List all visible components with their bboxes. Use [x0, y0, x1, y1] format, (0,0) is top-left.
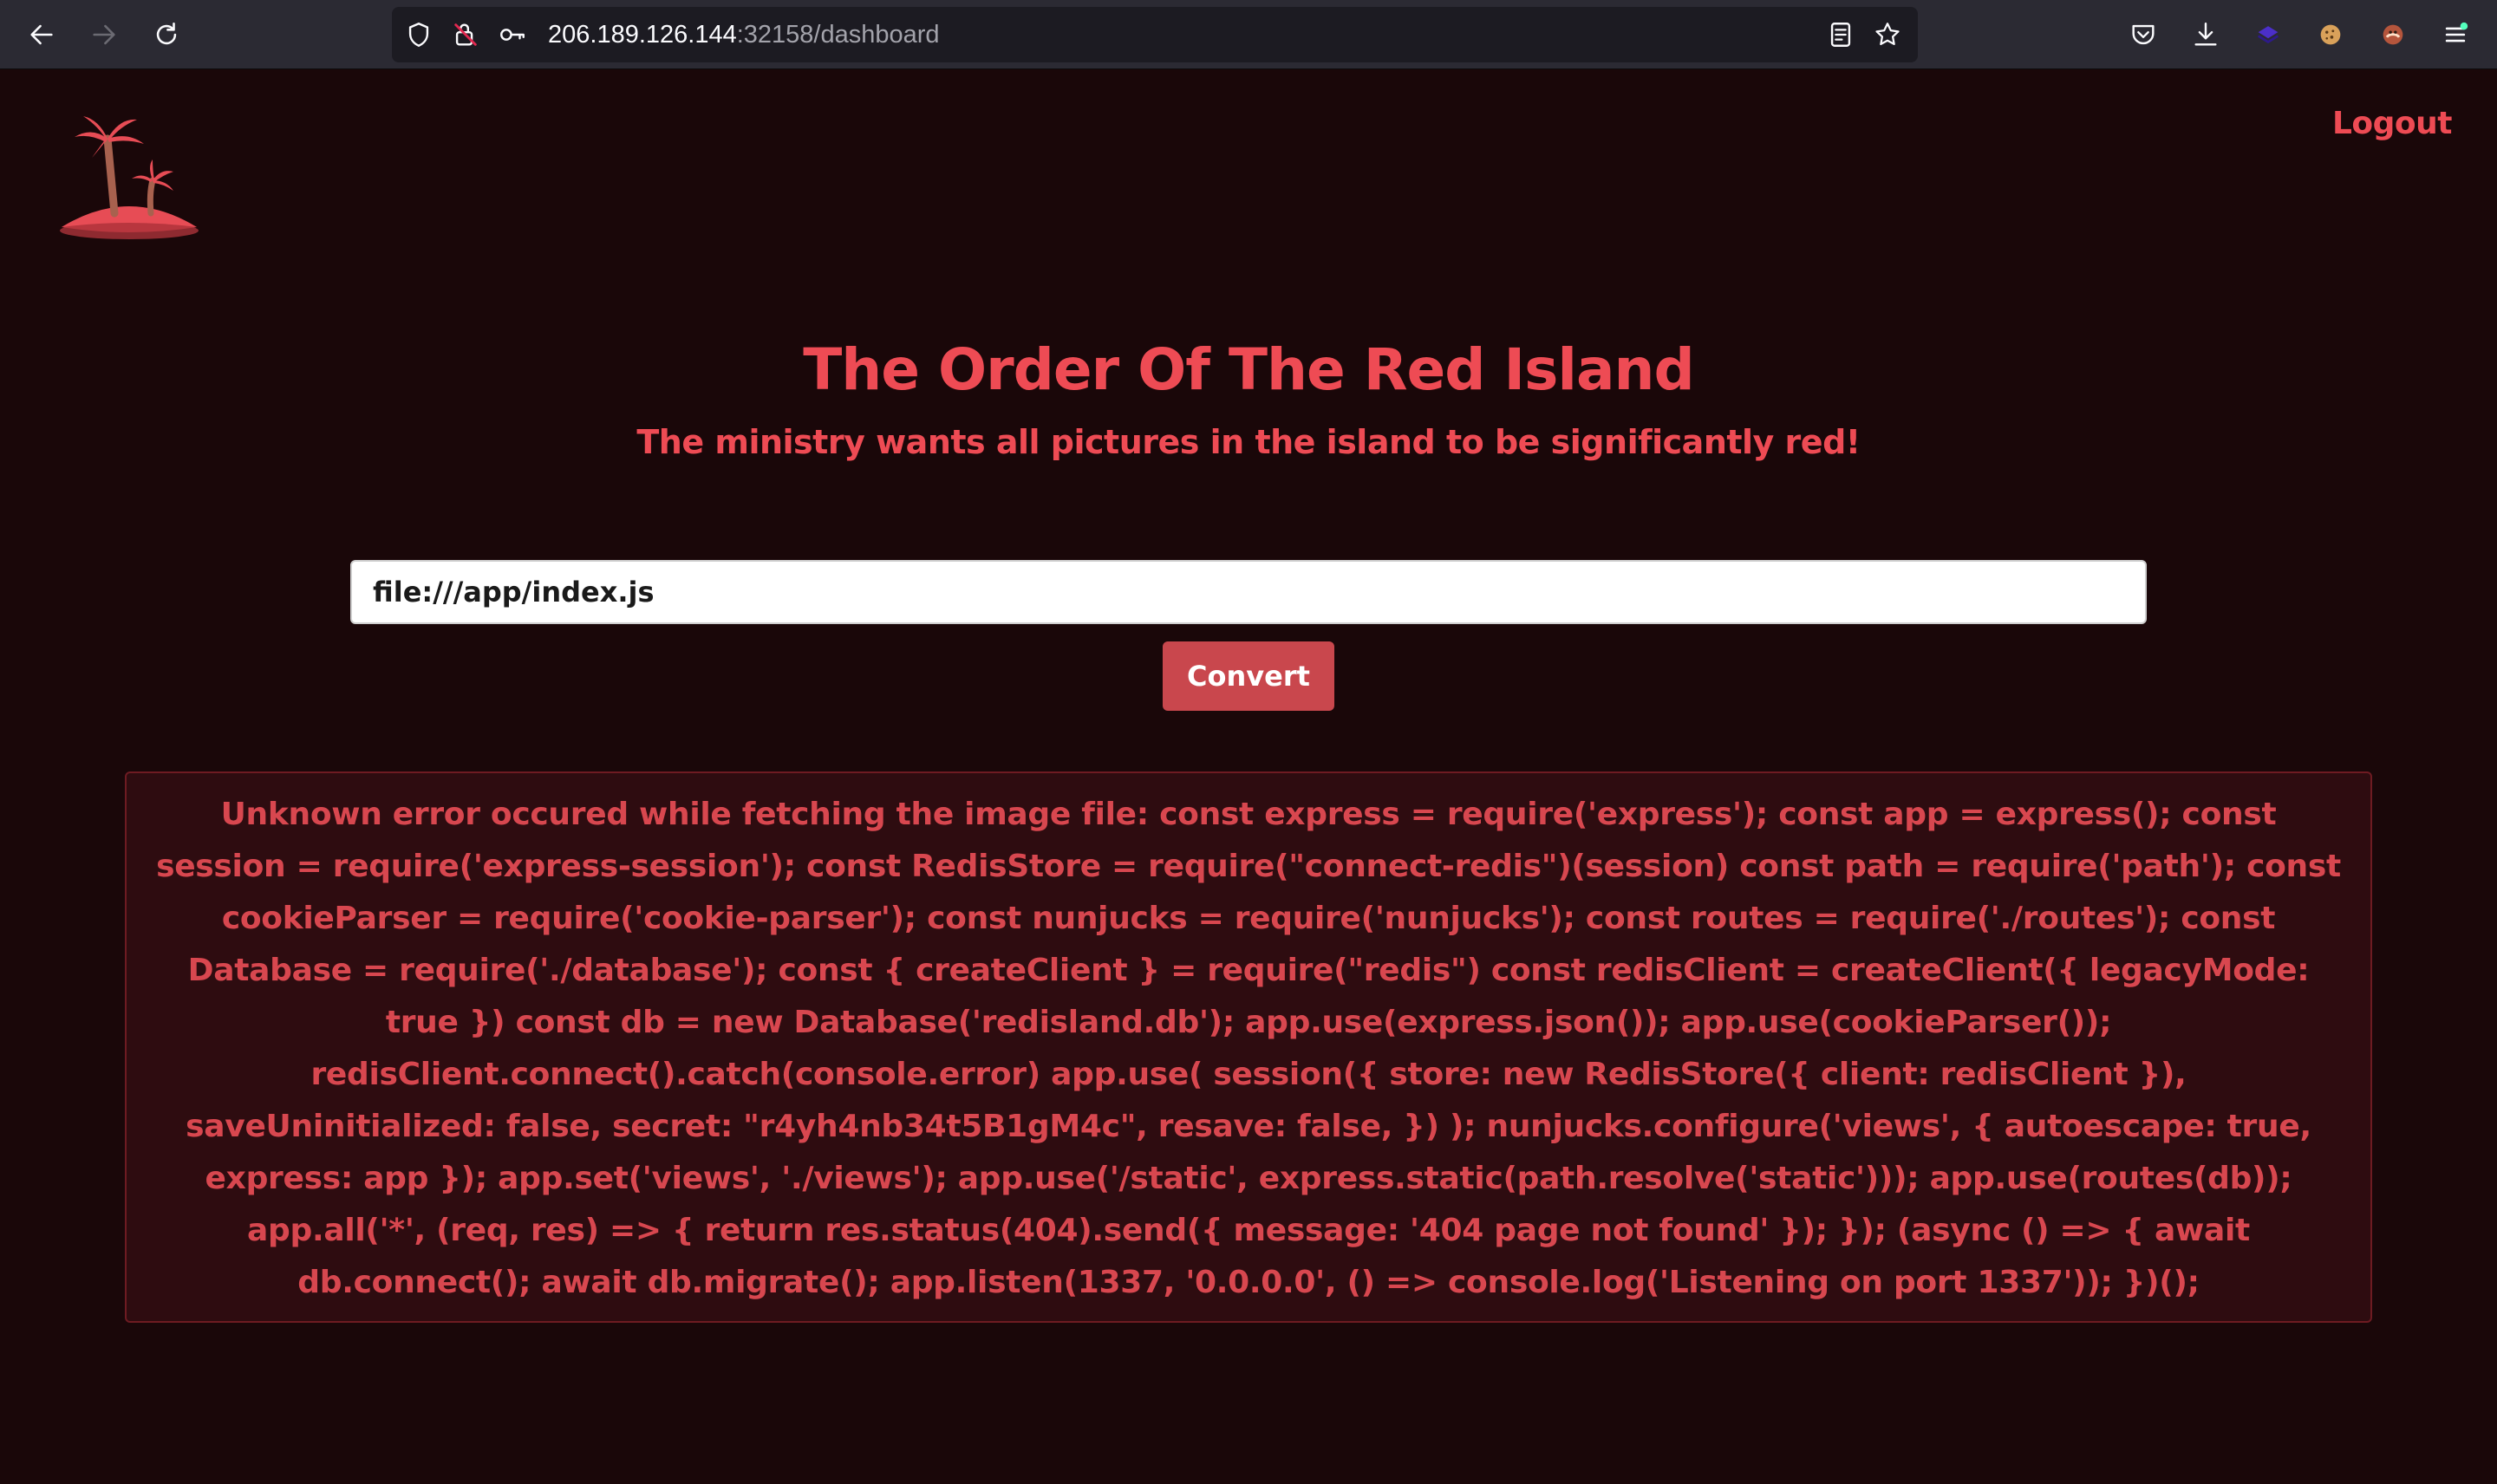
- page-title: The Order Of The Red Island: [803, 336, 1695, 403]
- pocket-icon[interactable]: [2122, 14, 2164, 55]
- convert-button[interactable]: Convert: [1163, 641, 1334, 711]
- shield-icon[interactable]: [404, 20, 434, 49]
- page-content: Logout The Order Of The Red Island The m…: [0, 69, 2497, 1484]
- error-message-box: Unknown error occured while fetching the…: [125, 771, 2372, 1323]
- url-path: :32158/dashboard: [736, 21, 940, 49]
- error-message-text: Unknown error occured while fetching the…: [156, 797, 2341, 1300]
- download-icon[interactable]: [2185, 14, 2226, 55]
- avatar-extension-icon[interactable]: [2372, 14, 2414, 55]
- cookie-extension-icon[interactable]: [2310, 14, 2351, 55]
- url-host: 206.189.126.144: [548, 21, 737, 49]
- browser-toolbar: 206.189.126.144:32158/dashboard: [0, 0, 2497, 69]
- insecure-lock-icon[interactable]: [451, 20, 480, 49]
- page-subtitle: The ministry wants all pictures in the i…: [636, 423, 1861, 461]
- url-bar[interactable]: 206.189.126.144:32158/dashboard: [392, 7, 1918, 62]
- reader-view-icon[interactable]: [1826, 20, 1855, 49]
- reload-icon[interactable]: [146, 14, 187, 55]
- logout-link[interactable]: Logout: [2332, 106, 2453, 141]
- key-icon[interactable]: [498, 20, 527, 49]
- menu-icon[interactable]: [2435, 14, 2476, 55]
- extension-icon[interactable]: [2247, 14, 2289, 55]
- back-arrow-icon[interactable]: [21, 14, 62, 55]
- image-url-input[interactable]: [350, 560, 2147, 624]
- bookmark-star-icon[interactable]: [1873, 20, 1902, 49]
- forward-arrow-icon[interactable]: [83, 14, 125, 55]
- url-text[interactable]: 206.189.126.144:32158/dashboard: [548, 7, 940, 62]
- palm-island-icon[interactable]: [57, 107, 201, 246]
